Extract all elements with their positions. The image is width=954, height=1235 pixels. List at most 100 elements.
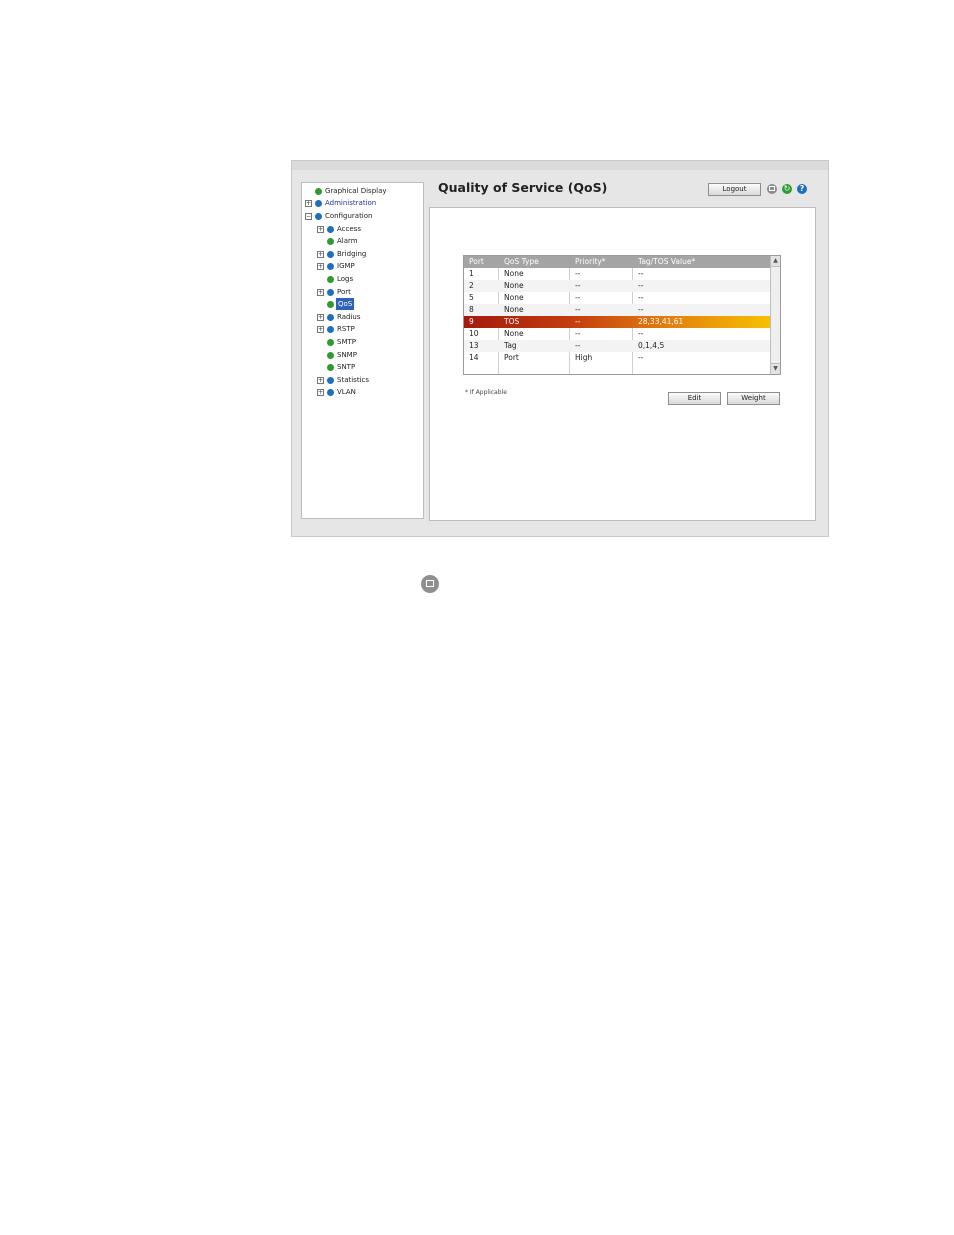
cell-qos-type: None [504, 281, 524, 290]
cell-port: 9 [469, 317, 474, 326]
cell-tag-tos: -- [638, 329, 644, 338]
expand-icon[interactable]: + [317, 377, 324, 384]
weight-button[interactable]: Weight [727, 392, 780, 405]
column-header-qos-type[interactable]: QoS Type [499, 256, 569, 268]
nav-item-label: SNTP [337, 363, 356, 371]
nav-item-label: RSTP [337, 325, 355, 333]
blue-bullet-icon [315, 200, 322, 207]
blue-bullet-icon [327, 289, 334, 296]
save-icon [421, 575, 439, 593]
expand-icon[interactable]: + [317, 289, 324, 296]
scroll-down-icon[interactable]: ▼ [771, 363, 780, 374]
cell-priority: -- [575, 305, 581, 314]
table-row[interactable]: 10 None -- -- [464, 328, 770, 340]
expand-icon[interactable]: + [317, 251, 324, 258]
cell-priority: -- [575, 329, 581, 338]
cell-qos-type: None [504, 305, 524, 314]
edit-button[interactable]: Edit [668, 392, 721, 405]
expand-icon[interactable]: + [317, 326, 324, 333]
nav-item-label: Bridging [337, 250, 367, 258]
cell-priority: -- [575, 281, 581, 290]
table-row[interactable]: 14 Port High -- [464, 352, 770, 364]
blue-bullet-icon [327, 226, 334, 233]
nav-item-label-selected: QoS [336, 298, 355, 310]
nav-item-label: IGMP [337, 262, 355, 270]
nav-item-label: Logs [337, 275, 354, 283]
cell-tag-tos: -- [638, 269, 644, 278]
table-row[interactable]: 1 None -- -- [464, 268, 770, 280]
green-bullet-icon [327, 238, 334, 245]
green-bullet-icon [327, 276, 334, 283]
cell-qos-type: TOS [504, 317, 520, 326]
blue-bullet-icon [327, 314, 334, 321]
cell-priority: -- [575, 269, 581, 278]
table-header-row: Port QoS Type Priority* Tag/TOS Value* [464, 256, 770, 268]
app-window: Graphical Display + Administration − Con… [291, 160, 829, 537]
content-panel: Port QoS Type Priority* Tag/TOS Value* 1… [429, 207, 816, 521]
column-header-priority[interactable]: Priority* [570, 256, 632, 268]
qos-table: Port QoS Type Priority* Tag/TOS Value* 1… [463, 255, 781, 375]
cell-priority: -- [575, 341, 581, 350]
cell-tag-tos: 28,33,41,61 [638, 317, 684, 326]
expand-icon[interactable]: + [317, 314, 324, 321]
expand-icon[interactable]: + [317, 263, 324, 270]
cell-tag-tos: 0,1,4,5 [638, 341, 665, 350]
table-row[interactable]: 5 None -- -- [464, 292, 770, 304]
window-top-bar [292, 161, 828, 170]
expand-icon[interactable]: + [317, 226, 324, 233]
nav-item-label: Graphical Display [325, 187, 387, 195]
table-row[interactable]: 8 None -- -- [464, 304, 770, 316]
blue-bullet-icon [327, 251, 334, 258]
table-row[interactable]: 13 Tag -- 0,1,4,5 [464, 340, 770, 352]
blue-bullet-icon [327, 389, 334, 396]
blue-bullet-icon [327, 326, 334, 333]
cell-qos-type: Tag [504, 341, 517, 350]
cell-port: 13 [469, 341, 479, 350]
cell-tag-tos: -- [638, 305, 644, 314]
nav-item-label: Administration [325, 199, 377, 207]
expand-icon[interactable]: + [305, 200, 312, 207]
nav-item-label: VLAN [337, 388, 356, 396]
help-icon[interactable]: ? [797, 184, 807, 194]
green-bullet-icon [327, 352, 334, 359]
cell-tag-tos: -- [638, 293, 644, 302]
cell-port: 2 [469, 281, 474, 290]
nav-item-label: Configuration [325, 212, 373, 220]
nav-item-label: SNMP [337, 351, 357, 359]
collapse-icon[interactable]: − [305, 213, 312, 220]
column-header-port[interactable]: Port [464, 256, 498, 268]
save-icon[interactable] [767, 184, 777, 194]
refresh-icon[interactable]: ↻ [782, 184, 792, 194]
table-row[interactable]: 2 None -- -- [464, 280, 770, 292]
logout-button[interactable]: Logout [708, 183, 761, 196]
blue-bullet-icon [315, 213, 322, 220]
cell-tag-tos: -- [638, 281, 644, 290]
cell-priority: -- [575, 317, 581, 326]
cell-port: 8 [469, 305, 474, 314]
nav-item-label: Access [337, 225, 361, 233]
cell-qos-type: None [504, 329, 524, 338]
navigation-tree: Graphical Display + Administration − Con… [301, 182, 424, 519]
scroll-up-icon[interactable]: ▲ [771, 256, 780, 267]
page-title: Quality of Service (QoS) [438, 180, 608, 195]
cell-tag-tos: -- [638, 353, 644, 362]
nav-item-label: Radius [337, 313, 361, 321]
cell-port: 10 [469, 329, 479, 338]
column-header-tag-tos[interactable]: Tag/TOS Value* [633, 256, 770, 268]
expand-icon[interactable]: + [317, 389, 324, 396]
cell-priority: High [575, 353, 593, 362]
blue-bullet-icon [327, 263, 334, 270]
table-row-selected[interactable]: 9 TOS -- 28,33,41,61 [464, 316, 770, 328]
nav-item-label: Alarm [337, 237, 358, 245]
cell-priority: -- [575, 293, 581, 302]
cell-port: 5 [469, 293, 474, 302]
nav-item-label: Port [337, 288, 351, 296]
cell-qos-type: None [504, 293, 524, 302]
table-scrollbar[interactable]: ▲ ▼ [770, 256, 780, 374]
footnote: * If Applicable [465, 389, 507, 396]
cell-qos-type: None [504, 269, 524, 278]
cell-port: 14 [469, 353, 479, 362]
nav-item-label: SMTP [337, 338, 356, 346]
cell-port: 1 [469, 269, 474, 278]
nav-item-label: Statistics [337, 376, 369, 384]
